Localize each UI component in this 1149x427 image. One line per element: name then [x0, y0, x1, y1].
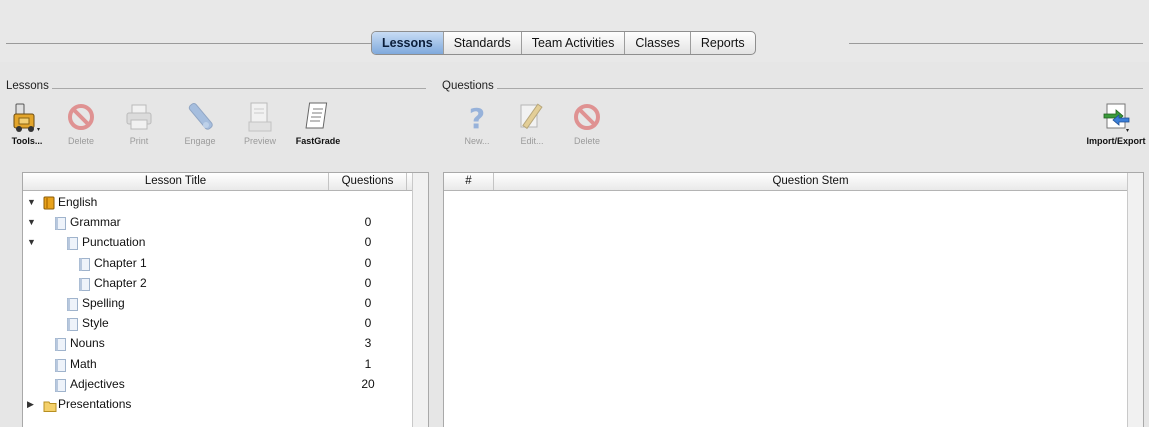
question-count: 0: [364, 255, 372, 270]
question-count: 0: [364, 235, 372, 250]
delete-icon: [54, 100, 108, 134]
tree-row[interactable]: Math 1: [23, 354, 413, 374]
toolbar-label: Delete: [573, 136, 600, 146]
fastgrade-icon: [291, 100, 345, 134]
lesson-title: Nouns: [70, 336, 105, 351]
delete-button[interactable]: Delete: [54, 100, 108, 146]
question-count: 0: [364, 275, 372, 290]
edit-button[interactable]: Edit...: [505, 100, 559, 146]
toolbar-label: Tools...: [11, 136, 43, 146]
preview-icon: [233, 100, 287, 134]
questions-toolbar: ? New... Edit... Delete Import/Export: [440, 100, 1149, 160]
toolbar-label: New...: [464, 136, 490, 146]
toolbar-label: Delete: [67, 136, 94, 146]
lesson-title: Chapter 2: [94, 275, 147, 290]
tree-row[interactable]: Adjectives 20: [23, 374, 413, 394]
tab-reports[interactable]: Reports: [691, 32, 755, 54]
tab-standards[interactable]: Standards: [444, 32, 522, 54]
lesson-title: Grammar: [70, 215, 121, 230]
question-count: 1: [364, 356, 372, 371]
lessons-section-rule: [6, 88, 426, 89]
fastgrade-button[interactable]: FastGrade: [291, 100, 345, 146]
questions-section-title: Questions: [442, 80, 497, 92]
edit-icon: [505, 100, 559, 134]
lesson-title: Spelling: [82, 296, 125, 310]
tabbar-rule-right: [849, 43, 1143, 44]
lesson-title: Presentations: [58, 397, 132, 411]
lesson-title: Punctuation: [82, 235, 146, 250]
questions-scrollbar[interactable]: [1127, 173, 1143, 427]
tab-classes[interactable]: Classes: [625, 32, 691, 54]
column-header-questions[interactable]: Questions: [329, 173, 407, 190]
tree-row[interactable]: Style 0: [23, 313, 413, 333]
questions-table: # Question Stem: [443, 172, 1144, 427]
toolbar-label: Print: [129, 136, 149, 146]
column-header-number[interactable]: #: [444, 173, 494, 190]
disclosure-expanded-icon[interactable]: ▼: [27, 212, 36, 232]
new-question-icon: ?: [450, 100, 504, 134]
tab-team-activities[interactable]: Team Activities: [522, 32, 626, 54]
import-export-button[interactable]: Import/Export: [1082, 100, 1149, 146]
view-tabs: Lessons Standards Team Activities Classes Re…: [371, 31, 756, 55]
column-header-lesson-title[interactable]: Lesson Title: [23, 173, 329, 190]
lesson-title: Adjectives: [70, 376, 125, 391]
disclosure-expanded-icon[interactable]: ▼: [27, 192, 36, 212]
tree-row[interactable]: Spelling 0: [23, 293, 413, 313]
tree-row[interactable]: ▼ English: [23, 192, 413, 212]
import-export-icon: [1082, 100, 1149, 134]
toolbar-label: FastGrade: [295, 136, 341, 146]
preview-button[interactable]: Preview: [233, 100, 287, 146]
tools-button[interactable]: Tools...: [0, 100, 54, 146]
lessons-toolbar: Tools... Delete Print Engage Preview Fas…: [0, 100, 430, 160]
question-count: 3: [364, 336, 372, 351]
lessons-scrollbar[interactable]: [412, 173, 428, 427]
column-header-question-stem[interactable]: Question Stem: [494, 173, 1128, 190]
disclosure-collapsed-icon[interactable]: ▶: [27, 394, 34, 414]
question-count: 0: [364, 215, 372, 230]
toolbar-label: Engage: [184, 136, 216, 146]
new-question-button[interactable]: ? New...: [450, 100, 504, 146]
engage-icon: [173, 100, 227, 134]
delete-icon: [560, 100, 614, 134]
print-button[interactable]: Print: [112, 100, 166, 146]
tabbar-rule-left: [6, 43, 371, 44]
lesson-title: Math: [70, 356, 97, 371]
lessons-table-header: Lesson Title Questions: [23, 173, 428, 191]
lessons-section-title: Lessons: [6, 80, 52, 92]
tree-row[interactable]: ▶ Presentations: [23, 394, 413, 414]
tree-row[interactable]: Nouns 3: [23, 333, 413, 353]
tools-icon: [0, 100, 54, 134]
tree-row[interactable]: ▼ Grammar 0: [23, 212, 413, 232]
tree-row[interactable]: Chapter 2 0: [23, 273, 413, 293]
question-count: 20: [361, 376, 375, 391]
toolbar-label: Edit...: [520, 136, 544, 146]
tree-row[interactable]: ▼ Punctuation 0: [23, 232, 413, 252]
svg-text:?: ?: [469, 102, 485, 134]
top-tab-bar: Lessons Standards Team Activities Classes Re…: [0, 0, 1149, 62]
folder-icon: [43, 398, 57, 418]
lesson-title: Style: [82, 316, 109, 331]
tab-lessons[interactable]: Lessons: [372, 32, 444, 54]
questions-section-rule: [442, 88, 1143, 89]
toolbar-label: Preview: [243, 136, 276, 146]
questions-table-header: # Question Stem: [444, 173, 1143, 191]
question-count: 0: [364, 316, 372, 331]
lesson-title: English: [58, 195, 98, 209]
tree-row[interactable]: Chapter 1 0: [23, 253, 413, 273]
lesson-title: Chapter 1: [94, 255, 147, 270]
print-icon: [112, 100, 166, 134]
engage-button[interactable]: Engage: [173, 100, 227, 146]
question-count: 0: [364, 296, 372, 310]
disclosure-expanded-icon[interactable]: ▼: [27, 232, 36, 252]
toolbar-label: Import/Export: [1086, 136, 1146, 146]
lessons-table: Lesson Title Questions ▼ English ▼ Gramma…: [22, 172, 429, 427]
delete-button[interactable]: Delete: [560, 100, 614, 146]
